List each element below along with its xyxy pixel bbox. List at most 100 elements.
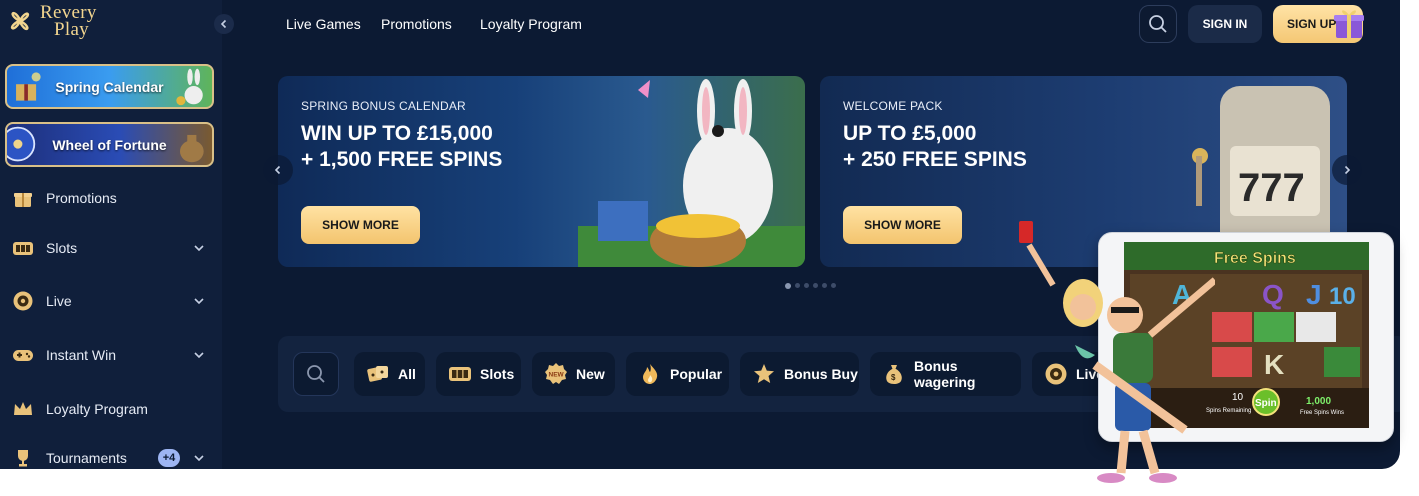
category-chip-label: Bonus wagering xyxy=(914,358,976,390)
sign-up-label: SIGN UP xyxy=(1287,17,1337,31)
sidebar-collapse-button[interactable] xyxy=(214,14,234,34)
banner-headline: WIN UP TO £15,000 + 1,500 FREE SPINS xyxy=(301,121,502,173)
svg-text:10: 10 xyxy=(1329,283,1356,310)
category-chip-slots[interactable]: Slots xyxy=(436,352,521,396)
carousel-dot[interactable] xyxy=(804,283,809,288)
gift-icon xyxy=(14,193,32,207)
easter-bunny-basket-art xyxy=(578,79,805,267)
trophy-icon xyxy=(18,450,28,467)
chevron-down-icon[interactable] xyxy=(193,452,205,464)
category-chip-label: Bonus Buy xyxy=(784,366,858,382)
nav-link-live-games[interactable]: Live Games xyxy=(286,16,361,32)
category-chip-new[interactable]: NEW New xyxy=(532,352,615,396)
banner-headline-line1: UP TO £5,000 xyxy=(843,122,977,145)
banner-headline-line1: WIN UP TO £15,000 xyxy=(301,122,493,145)
promo-card-spring-calendar[interactable]: Spring Calendar xyxy=(5,64,214,109)
banner-headline: UP TO £5,000 + 250 FREE SPINS xyxy=(843,121,1027,173)
carousel-dot[interactable] xyxy=(813,283,818,288)
cartoon-characters-illustration xyxy=(1019,221,1215,483)
carousel-dot[interactable] xyxy=(831,283,836,288)
svg-text:J: J xyxy=(1306,279,1322,310)
svg-text:777: 777 xyxy=(1238,166,1305,210)
sidebar-item-label: Loyalty Program xyxy=(46,401,148,417)
carousel-dot[interactable] xyxy=(822,283,827,288)
section-heading-partial xyxy=(278,462,281,469)
sidebar: Revery Play Spring Calendar Wheel of For… xyxy=(0,0,234,469)
category-chip-bonus-buy[interactable]: Bonus Buy xyxy=(740,352,859,396)
svg-text:NEW: NEW xyxy=(549,372,565,379)
free-spins-wins-label: Free Spins Wins xyxy=(1300,410,1344,416)
sidebar-item-label: Live xyxy=(46,293,72,309)
banner-headline-line2: + 250 FREE SPINS xyxy=(843,148,1027,171)
gift-box-icon xyxy=(1334,10,1364,38)
chevron-left-icon xyxy=(274,165,281,175)
category-chip-bonus-wagering[interactable]: $ Bonus wagering xyxy=(870,352,1021,396)
category-chip-label: Slots xyxy=(480,366,515,382)
sidebar-item-live[interactable]: Live xyxy=(0,284,222,318)
svg-text:K: K xyxy=(1264,349,1284,380)
sidebar-item-label: Tournaments xyxy=(46,450,127,466)
brand-logo[interactable]: Revery Play xyxy=(4,3,97,40)
carousel-dot[interactable] xyxy=(785,283,791,289)
sign-in-button[interactable]: SIGN IN xyxy=(1188,5,1262,43)
roulette-icon xyxy=(13,291,33,311)
nav-link-loyalty-program[interactable]: Loyalty Program xyxy=(480,16,582,32)
fortune-wheel-icon xyxy=(7,126,36,162)
spins-remaining-value: 10 xyxy=(1232,392,1244,403)
banner-headline-line2: + 1,500 FREE SPINS xyxy=(301,148,503,171)
brand-name: Revery Play xyxy=(40,3,97,40)
category-chip-label: Popular xyxy=(670,366,723,382)
show-more-button[interactable]: SHOW MORE xyxy=(843,206,962,244)
spin-label: Spin xyxy=(1255,398,1277,409)
crown-icon xyxy=(14,402,32,415)
sidebar-item-tournaments[interactable]: Tournaments +4 xyxy=(0,441,222,469)
chevron-left-icon xyxy=(220,19,227,29)
show-more-button[interactable]: SHOW MORE xyxy=(301,206,420,244)
sidebar-item-instant-win[interactable]: Instant Win xyxy=(0,338,222,372)
brand-name-line2: Play xyxy=(54,19,89,40)
game-search-button[interactable] xyxy=(293,352,339,396)
flame-icon xyxy=(643,364,658,384)
sidebar-item-promotions[interactable]: Promotions xyxy=(0,181,222,215)
category-chip-popular[interactable]: Popular xyxy=(626,352,729,396)
category-chip-all[interactable]: All xyxy=(354,352,425,396)
sidebar-item-label: Instant Win xyxy=(46,347,117,363)
header-search-button[interactable] xyxy=(1139,5,1177,43)
category-chip-label: All xyxy=(398,366,416,382)
new-badge-icon: NEW xyxy=(545,363,567,384)
carousel-dot[interactable] xyxy=(795,283,800,288)
sidebar-item-label: Slots xyxy=(46,240,78,256)
promo-card-wheel-of-fortune[interactable]: Wheel of Fortune xyxy=(5,122,214,167)
banner-eyebrow: WELCOME PACK xyxy=(843,99,943,113)
search-icon xyxy=(307,365,325,383)
banner-eyebrow: SPRING BONUS CALENDAR xyxy=(301,99,466,113)
money-bag-icon: $ xyxy=(886,365,902,384)
sidebar-item-label: Promotions xyxy=(46,190,117,206)
category-chip-label: New xyxy=(576,366,605,382)
slot-machine-icon xyxy=(449,367,471,381)
carousel-pagination xyxy=(785,283,836,289)
search-icon xyxy=(1149,15,1167,33)
gift-box-icon xyxy=(16,72,41,101)
coin-sack-icon xyxy=(179,134,204,163)
promo-card-label: Wheel of Fortune xyxy=(52,136,167,153)
gamepad-icon xyxy=(13,350,33,361)
carousel-prev-button[interactable] xyxy=(263,155,293,185)
carousel-next-button[interactable] xyxy=(1332,155,1362,185)
svg-text:Q: Q xyxy=(1262,279,1284,310)
free-spins-wins-value: 1,000 xyxy=(1306,396,1331,407)
chevron-down-icon[interactable] xyxy=(193,242,205,254)
chevron-down-icon[interactable] xyxy=(193,349,205,361)
clover-logo-icon xyxy=(10,11,30,31)
star-icon xyxy=(754,364,774,383)
promo-banner-spring-bonus[interactable]: SPRING BONUS CALENDAR WIN UP TO £15,000 … xyxy=(278,76,805,267)
nav-link-promotions[interactable]: Promotions xyxy=(381,16,452,32)
promo-card-label: Spring Calendar xyxy=(55,78,164,95)
chevron-down-icon[interactable] xyxy=(193,295,205,307)
sidebar-item-loyalty-program[interactable]: Loyalty Program xyxy=(0,392,222,426)
dice-icon xyxy=(367,366,388,382)
chevron-right-icon xyxy=(1344,165,1351,175)
sidebar-item-slots[interactable]: Slots xyxy=(0,231,222,265)
svg-text:$: $ xyxy=(891,373,896,382)
bunny-icon xyxy=(176,68,203,106)
